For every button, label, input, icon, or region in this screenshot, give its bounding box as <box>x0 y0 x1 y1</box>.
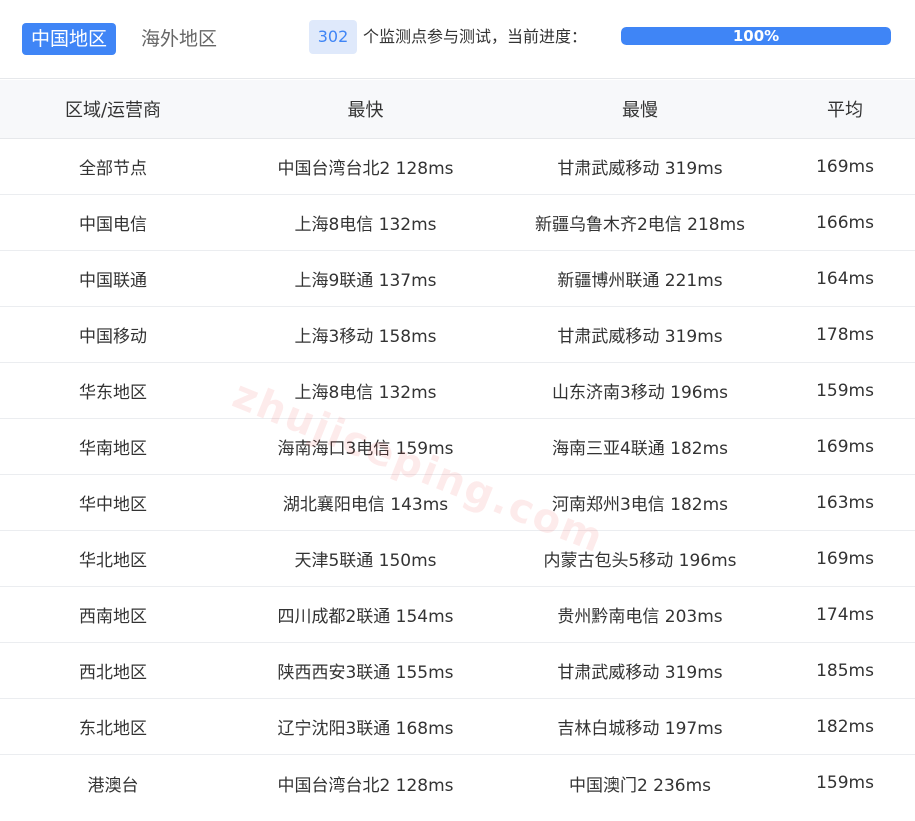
tab-overseas-region[interactable]: 海外地区 <box>132 23 226 55</box>
cell-average: 166ms <box>816 212 874 233</box>
monitor-count-badge: 302 <box>309 20 357 54</box>
cell-slowest: 新疆乌鲁木齐2电信 218ms <box>534 215 746 235</box>
table-row: 华东地区 上海8电信 132ms 山东济南3移动 196ms 159ms <box>0 363 915 419</box>
column-header-average: 平均 <box>827 100 863 121</box>
cell-slowest: 新疆博州联通 221ms <box>557 271 723 291</box>
cell-fastest: 海南海口3电信 159ms <box>277 439 454 459</box>
progress-percent-text: 100% <box>732 27 780 45</box>
table-row: 华南地区 海南海口3电信 159ms 海南三亚4联通 182ms 169ms <box>0 419 915 475</box>
cell-slowest: 甘肃武威移动 319ms <box>557 663 723 683</box>
cell-slowest: 山东济南3移动 196ms <box>551 383 729 403</box>
cell-slowest: 贵州黔南电信 203ms <box>557 607 723 627</box>
table-header: 区域/运营商 最快 最慢 平均 <box>0 80 915 139</box>
cell-region: 东北地区 <box>79 719 147 739</box>
cell-average: 182ms <box>816 716 874 737</box>
table-row: 西南地区 四川成都2联通 154ms 贵州黔南电信 203ms 174ms <box>0 587 915 643</box>
cell-fastest: 上海9联通 137ms <box>294 271 437 291</box>
cell-slowest: 中国澳门2 236ms <box>568 775 712 796</box>
cell-fastest: 中国台湾台北2 128ms <box>277 775 454 796</box>
table-body: 全部节点 中国台湾台北2 128ms 甘肃武威移动 319ms 169ms 中国电信 上海… <box>0 139 915 811</box>
cell-slowest: 吉林白城移动 197ms <box>557 719 723 739</box>
table-row: 中国电信 上海8电信 132ms 新疆乌鲁木齐2电信 218ms 166ms <box>0 195 915 251</box>
cell-fastest: 中国台湾台北2 128ms <box>277 159 454 179</box>
cell-average: 178ms <box>816 324 874 345</box>
cell-fastest: 辽宁沈阳3联通 168ms <box>277 719 454 739</box>
cell-fastest: 湖北襄阳电信 143ms <box>282 495 449 515</box>
region-toolbar: 中国地区 海外地区 302 个监测点参与测试，当前进度： 100% <box>0 0 915 79</box>
table-row: 中国联通 上海9联通 137ms 新疆博州联通 221ms 164ms <box>0 251 915 307</box>
cell-average: 159ms <box>816 380 874 401</box>
column-header-region: 区域/运营商 <box>64 100 162 121</box>
cell-region: 华东地区 <box>79 383 147 403</box>
tab-china-region[interactable]: 中国地区 <box>22 23 117 55</box>
column-header-fastest: 最快 <box>347 100 384 121</box>
cell-average: 159ms <box>816 773 874 793</box>
cell-average: 174ms <box>816 604 874 625</box>
table-row: 港澳台 中国台湾台北2 128ms 中国澳门2 236ms 159ms <box>0 755 915 811</box>
cell-region: 华南地区 <box>79 439 147 459</box>
cell-fastest: 上海8电信 132ms <box>294 215 437 235</box>
table-row: 东北地区 辽宁沈阳3联通 168ms 吉林白城移动 197ms 182ms <box>0 699 915 755</box>
latency-table: 区域/运营商 最快 最慢 平均 全部节点 中国台湾台北2 128ms 甘肃武威移动 … <box>0 80 915 811</box>
cell-region: 西南地区 <box>79 607 147 627</box>
table-row: 华北地区 天津5联通 150ms 内蒙古包头5移动 196ms 169ms <box>0 531 915 587</box>
cell-average: 164ms <box>816 268 874 289</box>
cell-region: 港澳台 <box>87 775 139 796</box>
cell-region: 西北地区 <box>79 663 147 683</box>
cell-slowest: 甘肃武威移动 319ms <box>557 327 723 347</box>
cell-fastest: 天津5联通 150ms <box>294 551 437 571</box>
cell-region: 中国电信 <box>79 215 147 235</box>
cell-region: 华中地区 <box>79 495 147 515</box>
cell-fastest: 上海3移动 158ms <box>294 327 437 347</box>
cell-fastest: 上海8电信 132ms <box>294 383 437 403</box>
table-row: 中国移动 上海3移动 158ms 甘肃武威移动 319ms 178ms <box>0 307 915 363</box>
table-row: 华中地区 湖北襄阳电信 143ms 河南郑州3电信 182ms 163ms <box>0 475 915 531</box>
cell-fastest: 陕西西安3联通 155ms <box>277 663 454 683</box>
cell-region: 中国联通 <box>79 271 147 291</box>
cell-average: 169ms <box>816 548 874 569</box>
cell-average: 163ms <box>816 492 874 513</box>
cell-slowest: 海南三亚4联通 182ms <box>551 439 729 459</box>
cell-region: 中国移动 <box>79 327 147 347</box>
cell-fastest: 四川成都2联通 154ms <box>277 607 454 627</box>
column-header-slowest: 最慢 <box>622 100 658 121</box>
cell-slowest: 河南郑州3电信 182ms <box>551 495 729 515</box>
progress-label: 个监测点参与测试，当前进度： <box>363 27 588 46</box>
cell-average: 185ms <box>816 660 874 681</box>
cell-average: 169ms <box>816 436 874 457</box>
table-row: 全部节点 中国台湾台北2 128ms 甘肃武威移动 319ms 169ms <box>0 139 915 195</box>
cell-average: 169ms <box>816 156 874 177</box>
cell-region: 华北地区 <box>79 551 147 571</box>
cell-region: 全部节点 <box>79 159 147 179</box>
cell-slowest: 甘肃武威移动 319ms <box>557 159 723 179</box>
cell-slowest: 内蒙古包头5移动 196ms <box>543 551 737 571</box>
progress-bar: 100% <box>621 27 891 45</box>
table-row: 西北地区 陕西西安3联通 155ms 甘肃武威移动 319ms 185ms <box>0 643 915 699</box>
